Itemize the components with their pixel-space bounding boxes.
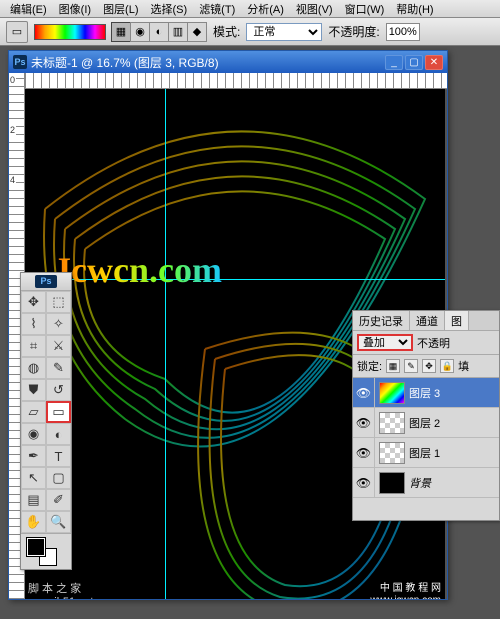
menu-layer[interactable]: 图层(L) — [97, 1, 144, 17]
maximize-button[interactable]: ▢ — [405, 55, 423, 70]
visibility-icon[interactable]: 👁 — [353, 408, 375, 437]
layer-row[interactable]: 👁 图层 3 — [353, 378, 499, 408]
layer-name[interactable]: 图层 3 — [409, 385, 440, 401]
blend-mode-select[interactable]: 正常 — [246, 23, 322, 41]
guide-vertical[interactable] — [165, 89, 166, 599]
close-button[interactable]: ✕ — [425, 55, 443, 70]
layer-name[interactable]: 图层 2 — [409, 415, 440, 431]
visibility-icon[interactable]: 👁 — [353, 438, 375, 467]
marquee-tool[interactable]: ⬚ — [46, 291, 71, 313]
menu-analyze[interactable]: 分析(A) — [241, 1, 290, 17]
menu-help[interactable]: 帮助(H) — [390, 1, 439, 17]
title-bar[interactable]: Ps 未标题-1 @ 16.7% (图层 3, RGB/8) _ ▢ ✕ — [9, 51, 447, 73]
move-tool[interactable]: ✥ — [21, 291, 46, 313]
heal-tool[interactable]: ◍ — [21, 357, 46, 379]
menu-bar: 编辑(E) 图像(I) 图层(L) 选择(S) 滤镜(T) 分析(A) 视图(V… — [0, 0, 500, 18]
ps-logo-icon: Ps — [35, 275, 57, 288]
visibility-icon[interactable]: 👁 — [353, 468, 375, 497]
layer-name[interactable]: 背景 — [409, 475, 431, 491]
lasso-tool[interactable]: ⌇ — [21, 313, 46, 335]
gradient-linear-button[interactable]: ▦ — [111, 22, 131, 42]
layers-panel[interactable]: 历史记录 通道 图 叠加 不透明 锁定: ▦ ✎ ✥ 🔒 填 👁 图层 3 👁 图层 … — [352, 310, 500, 521]
layer-thumbnail[interactable] — [379, 442, 405, 464]
stamp-tool[interactable]: ⛊ — [21, 379, 46, 401]
credit-left: 脚 本 之 家 www.jb51.net — [25, 579, 96, 599]
menu-select[interactable]: 选择(S) — [145, 1, 194, 17]
shape-tool[interactable]: ▢ — [46, 467, 71, 489]
lock-paint-icon[interactable]: ✎ — [404, 359, 418, 373]
gradient-preview[interactable] — [34, 24, 106, 40]
notes-tool[interactable]: ▤ — [21, 489, 46, 511]
hand-tool[interactable]: ✋ — [21, 511, 46, 533]
slice-tool[interactable]: ⚔ — [46, 335, 71, 357]
menu-filter[interactable]: 滤镜(T) — [193, 1, 241, 17]
credit-right: 中 国 教 程 网 www.jcwcn.com — [370, 583, 441, 599]
brush-tool[interactable]: ✎ — [46, 357, 71, 379]
foreground-swatch[interactable] — [27, 538, 45, 556]
lock-transparent-icon[interactable]: ▦ — [386, 359, 400, 373]
lock-move-icon[interactable]: ✥ — [422, 359, 436, 373]
lock-label: 锁定: — [357, 358, 382, 374]
tab-layers[interactable]: 图 — [445, 311, 469, 330]
pen-tool[interactable]: ✒ — [21, 445, 46, 467]
zoom-tool[interactable]: 🔍 — [46, 511, 71, 533]
panel-tabs: 历史记录 通道 图 — [353, 311, 499, 331]
fill-label: 填 — [458, 358, 469, 374]
crop-tool[interactable]: ⌗ — [21, 335, 46, 357]
layer-name[interactable]: 图层 1 — [409, 445, 440, 461]
eraser-tool[interactable]: ▱ — [21, 401, 46, 423]
layer-thumbnail[interactable] — [379, 382, 405, 404]
layer-blend-select[interactable]: 叠加 — [357, 334, 413, 351]
menu-edit[interactable]: 编辑(E) — [4, 1, 53, 17]
layer-thumbnail[interactable] — [379, 412, 405, 434]
opacity-label: 不透明度: — [328, 23, 379, 40]
ruler-horizontal[interactable] — [25, 73, 447, 89]
history-brush[interactable]: ↺ — [46, 379, 71, 401]
document-title: 未标题-1 @ 16.7% (图层 3, RGB/8) — [31, 54, 385, 71]
layer-row[interactable]: 👁 图层 2 — [353, 408, 499, 438]
tool-preset-button[interactable]: ▭ — [6, 21, 28, 43]
layer-thumbnail[interactable] — [379, 472, 405, 494]
option-bar: ▭ ▦ ◉ ◐ ▥ ◆ 模式: 正常 不透明度: — [0, 18, 500, 46]
opacity-input[interactable] — [386, 23, 420, 41]
eyedropper[interactable]: ✐ — [46, 489, 71, 511]
tab-channels[interactable]: 通道 — [410, 311, 445, 330]
watermark-text: Jcwcn.com — [53, 249, 222, 291]
color-swatches[interactable] — [21, 533, 71, 569]
tools-palette[interactable]: Ps ✥⬚⌇✧⌗⚔◍✎⛊↺▱▭◉◐✒T↖▢▤✐✋🔍 — [20, 272, 72, 570]
wand-tool[interactable]: ✧ — [46, 313, 71, 335]
blur-tool[interactable]: ◉ — [21, 423, 46, 445]
layer-row[interactable]: 👁 图层 1 — [353, 438, 499, 468]
gradient-type-group: ▦ ◉ ◐ ▥ ◆ — [112, 22, 207, 42]
layer-opacity-label: 不透明 — [417, 335, 450, 351]
gradient-tool[interactable]: ▭ — [46, 401, 71, 423]
path-tool[interactable]: ↖ — [21, 467, 46, 489]
dodge-tool[interactable]: ◐ — [46, 423, 71, 445]
mode-label: 模式: — [213, 23, 240, 40]
gradient-diamond-button[interactable]: ◆ — [187, 22, 207, 42]
gradient-angle-button[interactable]: ◐ — [149, 22, 169, 42]
layer-row[interactable]: 👁 背景 — [353, 468, 499, 498]
visibility-icon[interactable]: 👁 — [353, 378, 375, 407]
lock-all-icon[interactable]: 🔒 — [440, 359, 454, 373]
gradient-reflect-button[interactable]: ▥ — [168, 22, 188, 42]
type-tool[interactable]: T — [46, 445, 71, 467]
menu-image[interactable]: 图像(I) — [53, 1, 97, 17]
minimize-button[interactable]: _ — [385, 55, 403, 70]
menu-window[interactable]: 窗口(W) — [339, 1, 391, 17]
ps-icon: Ps — [13, 55, 27, 69]
gradient-radial-button[interactable]: ◉ — [130, 22, 150, 42]
tools-header[interactable]: Ps — [21, 273, 71, 291]
menu-view[interactable]: 视图(V) — [290, 1, 339, 17]
tab-history[interactable]: 历史记录 — [353, 311, 410, 330]
